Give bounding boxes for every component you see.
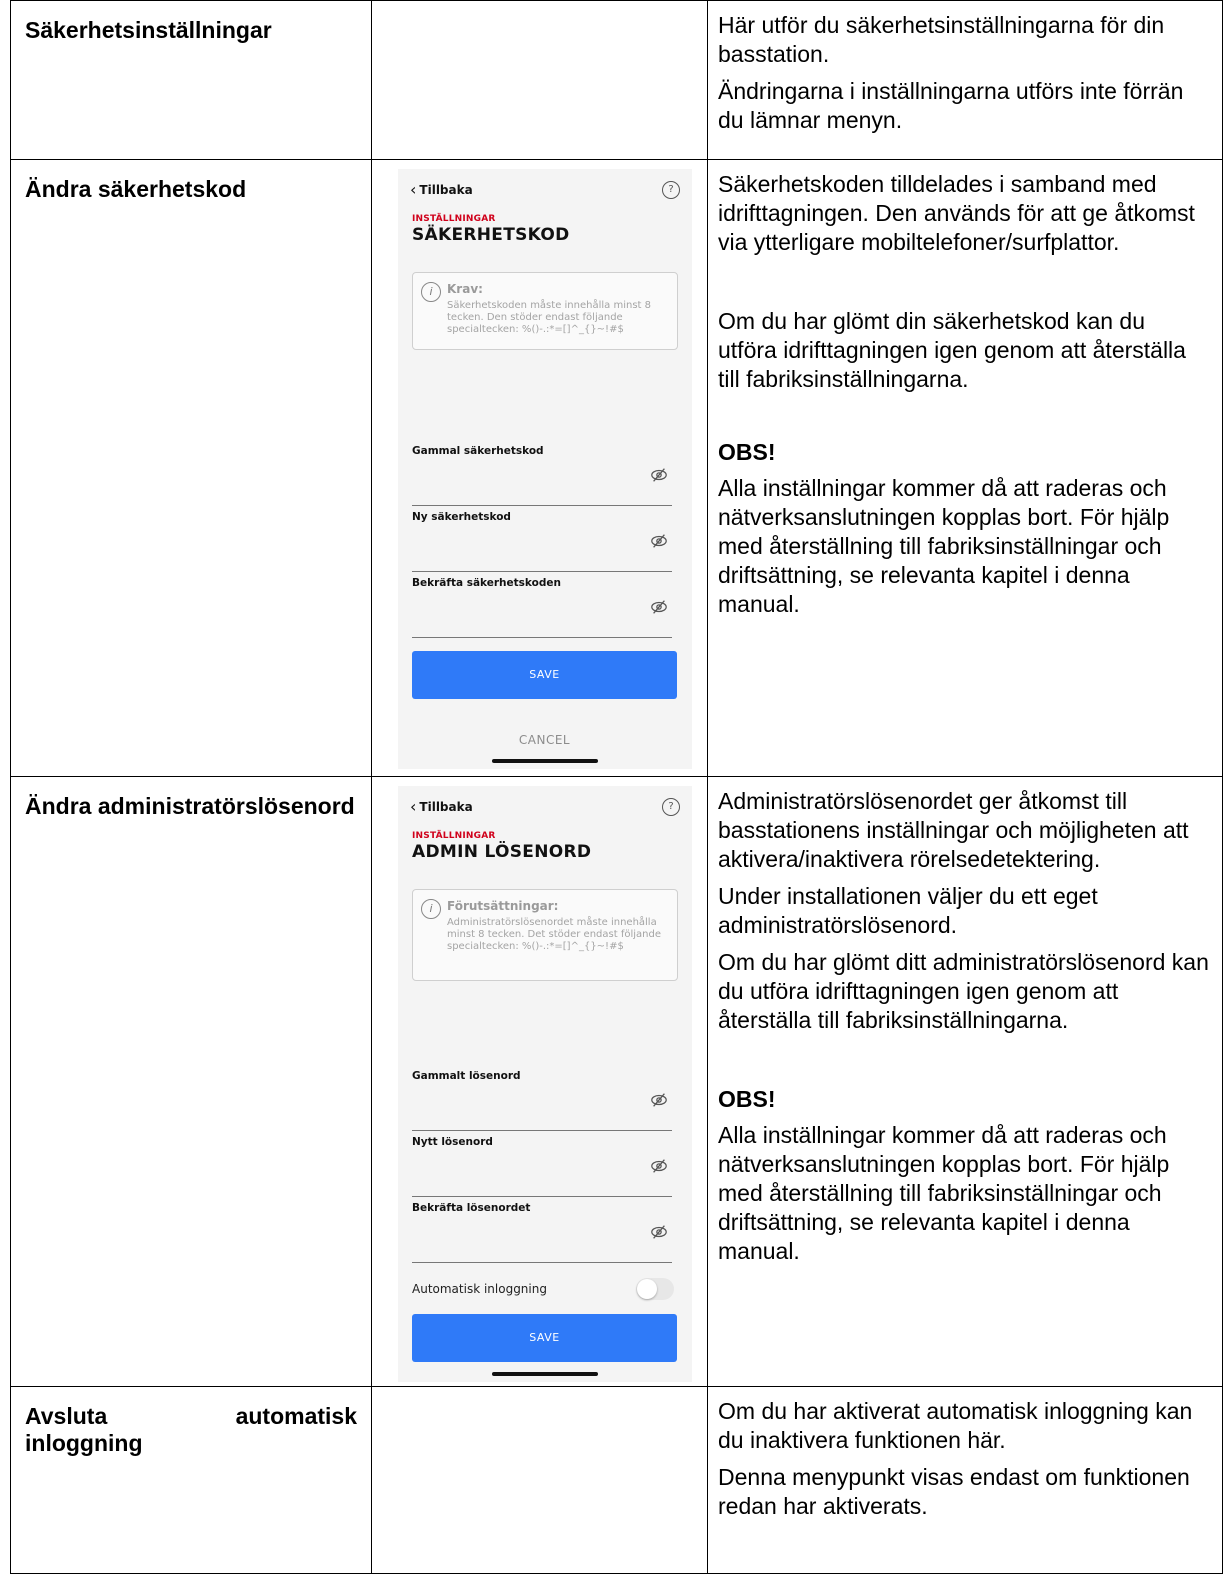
row-label-cell: Ändra administratörslösenord: [10, 776, 372, 1387]
auto-login-toggle[interactable]: [636, 1278, 674, 1300]
field-label: Bekräfta lösenordet: [412, 1202, 531, 1214]
screen-title: SÄKERHETSKOD: [412, 225, 570, 245]
field-label: Gammalt lösenord: [412, 1070, 521, 1082]
description-paragraph: Under installationen väljer du ett eget …: [718, 883, 1098, 938]
description-paragraph: Om du har glömt ditt administratörslösen…: [718, 949, 1209, 1033]
screenshot-cell: [371, 1386, 708, 1574]
chevron-left-icon: ‹: [410, 797, 417, 816]
info-heading: Krav:: [447, 282, 483, 296]
back-label: Tillbaka: [419, 800, 473, 814]
obs-text: Alla inställningar kommer då att raderas…: [718, 1122, 1170, 1264]
phone-screen-security-code: ‹ Tillbaka ? INSTÄLLNINGAR SÄKERHETSKOD …: [398, 169, 692, 769]
obs-text: Alla inställningar kommer då att raderas…: [718, 475, 1170, 617]
description-paragraph: Här utför du säkerhetsinställningarna fö…: [718, 12, 1165, 67]
requirements-box: i Förutsättningar: Administratörslösenor…: [412, 889, 678, 981]
question-circle-icon[interactable]: ?: [662, 181, 680, 199]
table-row: Ändra säkerhetskod ‹ Tillbaka ? INSTÄLLN…: [10, 159, 1223, 777]
new-password-field[interactable]: Nytt lösenord: [412, 1136, 672, 1197]
confirm-security-code-field[interactable]: Bekräfta säkerhetskoden: [412, 577, 672, 638]
eye-off-icon[interactable]: [650, 598, 668, 616]
description-paragraph: Ändringarna i inställningarna utförs int…: [718, 78, 1184, 133]
field-label: Nytt lösenord: [412, 1136, 493, 1148]
row-label-word: automatisk: [235, 1403, 357, 1429]
save-button[interactable]: SAVE: [412, 1314, 677, 1362]
screenshot-cell: [371, 0, 708, 160]
screenshot-cell: ‹ Tillbaka ? INSTÄLLNINGAR ADMIN LÖSENOR…: [371, 776, 708, 1387]
row-label-cell: Ändra säkerhetskod: [10, 159, 372, 777]
eye-off-icon[interactable]: [650, 466, 668, 484]
save-button[interactable]: SAVE: [412, 651, 677, 699]
description-paragraph: Denna menypunkt visas endast om funktion…: [718, 1464, 1190, 1519]
description-paragraph: Om du har glömt din säkerhetskod kan du …: [718, 308, 1186, 392]
confirm-password-field[interactable]: Bekräfta lösenordet: [412, 1202, 672, 1263]
table-row: Avsluta automatisk inloggning Om du har …: [10, 1386, 1223, 1574]
info-text: Säkerhetskoden måste innehålla minst 8 t…: [447, 300, 651, 335]
obs-heading: OBS!: [718, 439, 776, 465]
field-label: Gammal säkerhetskod: [412, 445, 544, 457]
screenshot-cell: ‹ Tillbaka ? INSTÄLLNINGAR SÄKERHETSKOD …: [371, 159, 708, 777]
eye-off-icon[interactable]: [650, 532, 668, 550]
auto-login-label: Automatisk inloggning: [412, 1282, 547, 1296]
row-label: Ändra säkerhetskod: [25, 176, 247, 202]
info-icon: i: [421, 282, 441, 302]
table-row: Ändra administratörslösenord ‹ Tillbaka …: [10, 776, 1223, 1387]
description-paragraph: Om du har aktiverat automatisk inloggnin…: [718, 1398, 1193, 1453]
info-text: Administratörslösenordet måste innehålla…: [447, 917, 661, 952]
cancel-button[interactable]: CANCEL: [412, 733, 677, 747]
screen-title: ADMIN LÖSENORD: [412, 842, 592, 862]
obs-heading: OBS!: [718, 1086, 776, 1112]
old-security-code-field[interactable]: Gammal säkerhetskod: [412, 445, 672, 506]
info-icon: i: [421, 899, 441, 919]
home-indicator: [492, 1372, 598, 1376]
eye-off-icon[interactable]: [650, 1157, 668, 1175]
new-security-code-field[interactable]: Ny säkerhetskod: [412, 511, 672, 572]
description-cell: Administratörslösenordet ger åtkomst til…: [707, 776, 1223, 1387]
old-password-field[interactable]: Gammalt lösenord: [412, 1070, 672, 1131]
description-paragraph: Administratörslösenordet ger åtkomst til…: [718, 788, 1189, 872]
screen-subheading: INSTÄLLNINGAR: [412, 214, 496, 224]
chevron-left-icon: ‹: [410, 180, 417, 199]
row-label: Ändra administratörslösenord: [25, 793, 355, 819]
phone-screen-admin-password: ‹ Tillbaka ? INSTÄLLNINGAR ADMIN LÖSENOR…: [398, 786, 692, 1382]
back-label: Tillbaka: [419, 183, 473, 197]
back-button[interactable]: ‹ Tillbaka: [410, 799, 473, 815]
requirements-box: i Krav: Säkerhetskoden måste innehålla m…: [412, 272, 678, 350]
table-row: Säkerhetsinställningar Här utför du säke…: [10, 0, 1223, 160]
description-cell: Säkerhetskoden tilldelades i samband med…: [707, 159, 1223, 777]
row-label-line2: inloggning: [25, 1430, 143, 1456]
settings-table: Säkerhetsinställningar Här utför du säke…: [10, 0, 1223, 1574]
row-label-cell: Säkerhetsinställningar: [10, 0, 372, 160]
back-button[interactable]: ‹ Tillbaka: [410, 182, 473, 198]
row-label-word: Avsluta: [25, 1403, 108, 1429]
info-heading: Förutsättningar:: [447, 899, 559, 913]
row-label-cell: Avsluta automatisk inloggning: [10, 1386, 372, 1574]
description-paragraph: Säkerhetskoden tilldelades i samband med…: [718, 171, 1195, 255]
description-cell: Om du har aktiverat automatisk inloggnin…: [707, 1386, 1223, 1574]
auto-login-row: Automatisk inloggning: [412, 1278, 674, 1302]
screen-subheading: INSTÄLLNINGAR: [412, 831, 496, 841]
question-circle-icon[interactable]: ?: [662, 798, 680, 816]
toggle-knob: [637, 1279, 657, 1299]
eye-off-icon[interactable]: [650, 1223, 668, 1241]
row-label: Säkerhetsinställningar: [25, 17, 272, 43]
description-cell: Här utför du säkerhetsinställningarna fö…: [707, 0, 1223, 160]
field-label: Bekräfta säkerhetskoden: [412, 577, 561, 589]
eye-off-icon[interactable]: [650, 1091, 668, 1109]
row-label: Avsluta automatisk: [11, 1387, 371, 1430]
field-label: Ny säkerhetskod: [412, 511, 511, 523]
home-indicator: [492, 759, 598, 763]
